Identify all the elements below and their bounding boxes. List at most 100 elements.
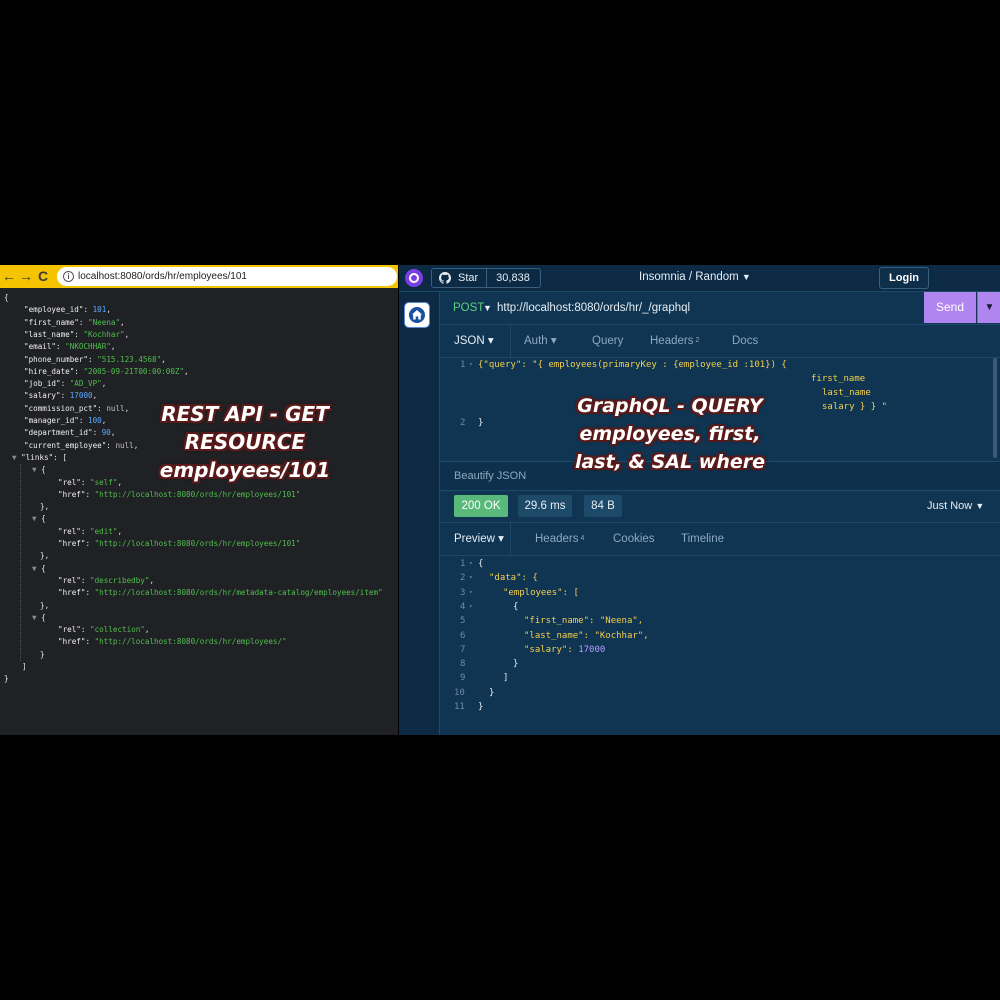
send-button[interactable]: Send bbox=[924, 292, 976, 323]
fold-caret-icon[interactable]: ▾ bbox=[469, 600, 473, 614]
json-key: "current_employee" bbox=[24, 440, 107, 450]
punct: { bbox=[41, 514, 46, 524]
line-number: 9 bbox=[460, 673, 466, 684]
json-link-open: ▼ { bbox=[32, 612, 46, 624]
tab-request-headers[interactable]: Headers 2 bbox=[650, 333, 699, 349]
punct: : bbox=[85, 539, 95, 548]
dropdown-caret-icon[interactable]: ▼ bbox=[483, 300, 492, 316]
json-links-close: ] bbox=[22, 661, 27, 673]
json-rel-row: "rel": "edit", bbox=[58, 526, 122, 538]
tab-request-json[interactable]: JSON ▾ bbox=[454, 333, 494, 349]
collapse-toggle-icon: ▼ bbox=[32, 563, 42, 573]
punct: , bbox=[101, 416, 107, 425]
dropdown-caret-icon: ▾ bbox=[547, 335, 557, 347]
json-value: "Neena" bbox=[88, 317, 121, 327]
response-line: } bbox=[478, 702, 484, 712]
json-key: "email" bbox=[24, 342, 57, 352]
back-arrow-icon[interactable]: ← bbox=[2, 267, 16, 285]
line-number: 8 bbox=[460, 659, 466, 670]
fold-caret-icon[interactable]: ▾ bbox=[469, 358, 473, 372]
punct: : bbox=[80, 575, 91, 585]
dropdown-caret-icon: ▼ bbox=[975, 501, 985, 511]
response-line: "data": { bbox=[489, 573, 538, 584]
line-number: 1 bbox=[460, 559, 466, 569]
project-title[interactable]: Insomnia / Random ▼ bbox=[639, 269, 751, 285]
beautify-json-button[interactable]: Beautify JSON bbox=[454, 468, 526, 484]
home-button[interactable] bbox=[404, 302, 430, 328]
tab-response-preview[interactable]: Preview ▾ bbox=[454, 531, 504, 547]
line-number: 4 bbox=[460, 601, 466, 612]
line-number: 1 bbox=[460, 360, 466, 370]
response-line: { bbox=[513, 601, 519, 612]
tab-response-headers[interactable]: Headers 4 bbox=[535, 531, 584, 547]
punct: : bbox=[88, 354, 98, 364]
punct: : bbox=[78, 317, 89, 327]
tab-request-auth[interactable]: Auth ▾ bbox=[524, 333, 557, 349]
punct: : bbox=[80, 526, 91, 536]
request-url-input[interactable]: http://localhost:8080/ords/hr/_/graphql bbox=[497, 300, 690, 316]
json-field-row: "commission_pct": null, bbox=[24, 403, 129, 415]
rest-caption: REST API - GET RESOURCE employees/101 bbox=[140, 400, 350, 484]
code-line: } bbox=[478, 418, 484, 428]
insomnia-logo-icon[interactable] bbox=[405, 269, 423, 287]
tab-count-badge: 4 bbox=[580, 535, 585, 542]
collapse-toggle-icon: ▼ bbox=[32, 612, 42, 622]
browser-window: ← → C i localhost:8080/ords/hr/employees… bbox=[0, 265, 398, 735]
response-body: 1 ▾{2 ▾ "data": {3 ▾ "employees": [4 ▾{5 "first… bbox=[440, 557, 1000, 727]
tab-label: Query bbox=[592, 335, 624, 347]
json-value: "http://localhost:8080/ords/hr/employees… bbox=[94, 539, 301, 548]
tab-label: Timeline bbox=[681, 533, 725, 545]
tab-label: Docs bbox=[732, 335, 759, 347]
punct: , bbox=[92, 391, 98, 401]
json-key: "employee_id" bbox=[24, 305, 84, 315]
forward-arrow-icon[interactable]: → bbox=[19, 267, 33, 285]
json-value: null bbox=[106, 403, 125, 413]
request-tabs: JSON ▾ Auth ▾ Query Headers 2 Docs bbox=[440, 325, 1000, 358]
tab-request-query[interactable]: Query bbox=[592, 333, 623, 349]
punct: , bbox=[144, 625, 150, 635]
fold-caret-icon[interactable]: ▾ bbox=[469, 571, 473, 585]
punct: ] bbox=[22, 662, 27, 671]
github-star-button[interactable]: Star bbox=[431, 268, 487, 288]
tab-response-cookies[interactable]: Cookies bbox=[613, 531, 655, 547]
fold-caret-icon[interactable]: ▾ bbox=[469, 557, 473, 571]
line-number: 6 bbox=[460, 630, 466, 641]
json-key: "href" bbox=[58, 588, 86, 598]
login-button[interactable]: Login bbox=[879, 267, 929, 289]
punct: , bbox=[133, 440, 139, 450]
response-history-select[interactable]: Just Now ▼ bbox=[927, 498, 984, 514]
address-bar-url[interactable]: localhost:8080/ords/hr/employees/101 bbox=[78, 269, 247, 284]
tab-label: JSON bbox=[454, 335, 485, 347]
dropdown-caret-icon: ▾ bbox=[494, 533, 504, 545]
code-line: salary } } " bbox=[822, 402, 888, 412]
json-value: "Kochhar" bbox=[83, 329, 125, 339]
json-field-row: "employee_id": 101, bbox=[24, 304, 111, 316]
collapse-toggle-icon: ▼ bbox=[12, 452, 22, 462]
punct: , bbox=[117, 477, 123, 487]
json-link-close: }, bbox=[40, 501, 49, 513]
tab-request-docs[interactable]: Docs bbox=[732, 333, 758, 349]
json-key: "phone_number" bbox=[24, 354, 89, 364]
site-info-icon[interactable]: i bbox=[63, 271, 74, 282]
rest-caption-line: employees/101 bbox=[159, 458, 331, 482]
json-key: "salary" bbox=[24, 391, 61, 401]
star-count[interactable]: 30,838 bbox=[486, 268, 541, 288]
response-line: "employees": [ bbox=[503, 587, 579, 598]
send-options-caret-icon[interactable]: ▼ bbox=[977, 292, 1000, 323]
graphql-caption-line: GraphQL - QUERY bbox=[577, 395, 763, 417]
punct: { bbox=[41, 563, 46, 573]
punct: : bbox=[83, 305, 93, 315]
address-bar[interactable]: i localhost:8080/ords/hr/employees/101 bbox=[57, 267, 397, 286]
json-value: "http://localhost:8080/ords/hr/metadata-… bbox=[94, 588, 383, 598]
punct: , bbox=[110, 342, 116, 352]
tab-response-timeline[interactable]: Timeline bbox=[681, 531, 724, 547]
tab-label: Headers bbox=[535, 533, 579, 545]
json-viewer: {"employee_id": 101, "first_name": "Neena… bbox=[0, 292, 398, 732]
reload-icon[interactable]: C bbox=[38, 267, 48, 285]
line-number: 11 bbox=[454, 702, 465, 712]
json-key: "rel" bbox=[58, 477, 81, 487]
editor-scrollbar[interactable] bbox=[993, 358, 997, 458]
json-key: "job_id" bbox=[24, 379, 61, 389]
http-method-select[interactable]: POST bbox=[453, 300, 484, 316]
fold-caret-icon[interactable]: ▾ bbox=[469, 586, 473, 600]
